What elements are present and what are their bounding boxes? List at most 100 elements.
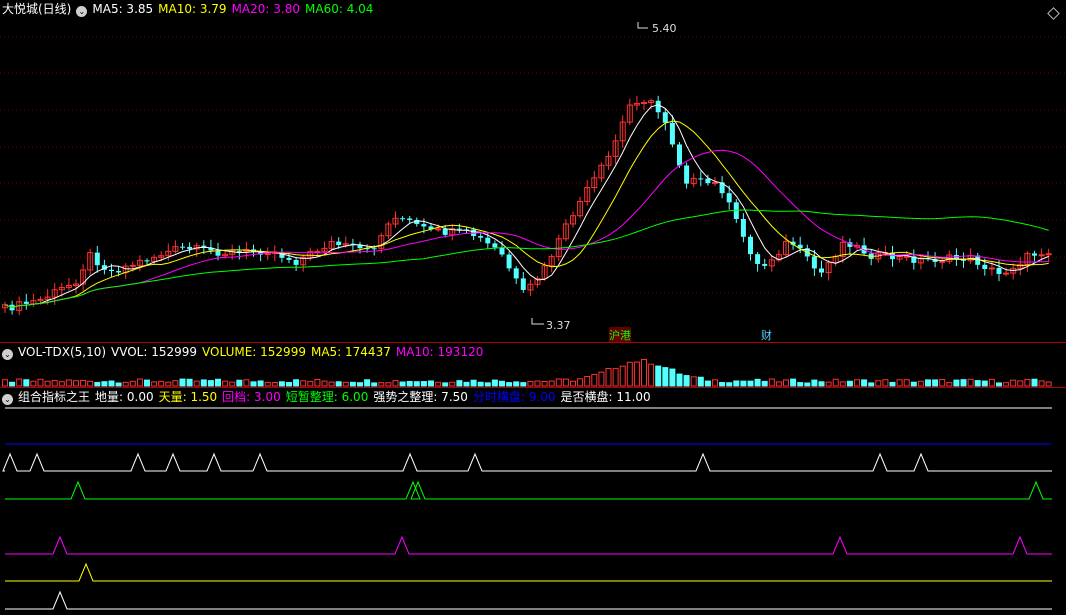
volume-bar bbox=[165, 381, 172, 387]
volume-bar bbox=[719, 382, 726, 387]
volume-bar bbox=[499, 380, 505, 387]
volume-bar bbox=[506, 382, 513, 387]
chevron-down-icon[interactable]: ⌄ bbox=[2, 349, 13, 360]
candle-up bbox=[712, 181, 718, 184]
volume-bar bbox=[925, 379, 931, 387]
volume-bar bbox=[626, 361, 633, 387]
volume-bar bbox=[342, 381, 349, 387]
volume-panel[interactable]: ⌄ VOL-TDX(5,10) VVOL: 152999 VOLUME: 152999… bbox=[0, 343, 1066, 388]
candle-down bbox=[662, 112, 668, 123]
volume-bar bbox=[250, 381, 257, 387]
volume-bar bbox=[172, 380, 179, 387]
volume-bar bbox=[58, 381, 65, 387]
volume-bar bbox=[491, 379, 498, 387]
volume-bar bbox=[115, 382, 122, 387]
candle-down bbox=[520, 278, 526, 290]
candle-down bbox=[982, 264, 988, 269]
candle-down bbox=[748, 236, 753, 255]
volume-bar bbox=[896, 379, 903, 387]
ma20-readout: MA20: 3.80 bbox=[231, 2, 300, 16]
volume-bar bbox=[307, 380, 314, 387]
volume-bar bbox=[335, 381, 342, 387]
volume-bar bbox=[669, 368, 676, 387]
volume-bar bbox=[562, 378, 569, 387]
volume-bar bbox=[385, 382, 392, 387]
volume-bar bbox=[378, 382, 385, 387]
candle-down bbox=[407, 218, 413, 220]
volume-bar bbox=[80, 379, 87, 387]
candle-down bbox=[684, 165, 690, 184]
volume-bar bbox=[300, 380, 307, 387]
candle-down bbox=[187, 246, 193, 249]
qszl-readout: 强势之整理: 7.50 bbox=[373, 390, 468, 404]
hk-connect-tag[interactable]: 沪港 bbox=[609, 327, 631, 343]
volume-bar bbox=[179, 378, 186, 387]
finance-tag[interactable]: 财 bbox=[761, 327, 772, 343]
candle-down bbox=[762, 263, 768, 266]
volume-bar bbox=[236, 379, 243, 387]
volume-bar bbox=[981, 380, 988, 387]
volume-bar bbox=[974, 380, 981, 387]
indicator-panel[interactable]: ⌄ 组合指标之王 地量: 0.00 天量: 1.50 回档: 3.00 短暂整理: 6.0… bbox=[0, 388, 1066, 615]
volume-bar bbox=[1003, 382, 1010, 387]
volume-bar bbox=[271, 382, 278, 387]
candle-down bbox=[180, 246, 185, 248]
candle-down bbox=[669, 122, 675, 145]
candle-down bbox=[506, 254, 512, 269]
volume-bar bbox=[278, 381, 285, 387]
volume-bar bbox=[726, 382, 733, 387]
volume-bar bbox=[811, 379, 818, 387]
volume-bar bbox=[612, 368, 619, 387]
high-price-label: 5.40 bbox=[652, 22, 677, 35]
ma10-readout: MA10: 3.79 bbox=[158, 2, 227, 16]
chevron-down-icon[interactable]: ⌄ bbox=[2, 394, 13, 405]
volume-bar bbox=[392, 380, 399, 387]
volume-bar bbox=[825, 381, 832, 387]
volume-bar bbox=[690, 376, 697, 387]
volume-bar bbox=[910, 381, 917, 387]
volume-bar bbox=[9, 381, 16, 387]
volume-bar bbox=[882, 379, 889, 387]
vol-ma10-readout: MA10: 193120 bbox=[395, 345, 484, 359]
volume-bar bbox=[761, 380, 768, 387]
indicator-header: ⌄ 组合指标之王 地量: 0.00 天量: 1.50 回档: 3.00 短暂整理: 6.0… bbox=[2, 390, 656, 405]
signal-line-hd bbox=[5, 535, 1052, 555]
volume-bar bbox=[73, 380, 79, 387]
volume-bar bbox=[932, 379, 939, 387]
volume-bar bbox=[967, 378, 974, 387]
volume-bar bbox=[371, 382, 378, 387]
candle-up bbox=[903, 255, 910, 258]
volume-bar bbox=[740, 380, 747, 387]
volume-bar bbox=[584, 376, 591, 387]
volume-bar bbox=[314, 379, 321, 387]
volume-bar bbox=[215, 378, 221, 387]
volume-bar bbox=[1024, 378, 1031, 387]
signal-line-tl bbox=[5, 562, 1052, 582]
candle-down bbox=[1032, 253, 1037, 256]
volume-bar bbox=[846, 380, 853, 387]
price-chart bbox=[0, 22, 1066, 325]
indicator-title: 组合指标之王 bbox=[18, 390, 91, 404]
volume-bar bbox=[257, 380, 264, 387]
volume-bar bbox=[783, 379, 789, 387]
volume-bar bbox=[65, 379, 72, 387]
volume-bar bbox=[136, 378, 143, 387]
volume-bar bbox=[513, 381, 520, 387]
volume-bar bbox=[875, 380, 882, 387]
candle-down bbox=[478, 236, 484, 238]
ma20-line bbox=[4, 149, 1049, 309]
hd-readout: 回档: 3.00 bbox=[222, 390, 281, 404]
price-chart-panel[interactable]: 大悦城(日线) ⌄ MA5: 3.85 MA10: 3.79 MA20: 3.80 MA6… bbox=[0, 0, 1066, 343]
ma5-line bbox=[4, 104, 1049, 309]
candle-down bbox=[677, 144, 682, 166]
volume-bar bbox=[917, 380, 924, 387]
volume-bar bbox=[577, 378, 584, 387]
volume-bar bbox=[229, 381, 236, 387]
volume-bar bbox=[648, 363, 655, 387]
chevron-down-icon[interactable]: ⌄ bbox=[76, 6, 88, 17]
volume-bar bbox=[477, 381, 484, 387]
volume-bar bbox=[854, 379, 860, 387]
volume-bar bbox=[1010, 379, 1017, 387]
signal-line-dzzl bbox=[5, 480, 1052, 500]
volume-bar bbox=[747, 380, 754, 387]
